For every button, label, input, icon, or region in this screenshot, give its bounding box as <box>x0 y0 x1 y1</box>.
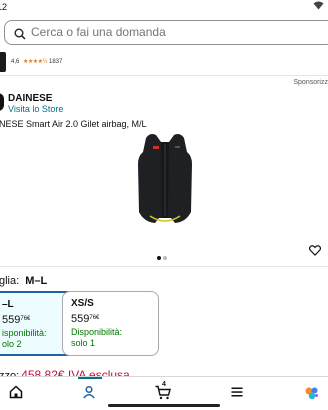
size-option-name: XS/S <box>71 298 94 309</box>
availability-stock: olo 2 <box>2 339 22 349</box>
star-rating-icon: ★★★★½ <box>23 59 48 65</box>
brand-logo[interactable] <box>0 93 4 111</box>
previous-product-rating[interactable]: 4,6 ★★★★½ 1837 <box>0 50 328 76</box>
size-option-name: –L <box>2 299 14 310</box>
availability-label: Disponibilità: <box>71 327 123 337</box>
sponsored-label[interactable]: Sponsorizz <box>293 79 328 86</box>
availability-stock: solo 1 <box>71 338 96 348</box>
brand-name: DAINESE <box>8 93 53 104</box>
size-option-xss[interactable]: XS/S 55976€ Disponibilità: solo 1 <box>62 291 159 356</box>
size-option-price: 55976€ <box>2 314 30 326</box>
menu-icon[interactable] <box>230 385 246 401</box>
profile-icon[interactable] <box>82 385 98 401</box>
cart-count-badge: 4 <box>162 381 166 388</box>
review-count: 1837 <box>49 59 63 65</box>
size-label-text: glia: <box>0 275 20 287</box>
availability-label: isponibilità: <box>2 328 47 338</box>
system-home-indicator[interactable] <box>108 404 220 407</box>
price-decimal: 76€ <box>89 315 100 321</box>
price-integer: 559 <box>71 313 90 325</box>
previous-product-thumbnail <box>0 52 6 72</box>
size-label: glia: M–L <box>0 275 47 287</box>
product-title[interactable]: NESE Smart Air 2.0 Gilet airbag, M/L <box>0 119 147 129</box>
size-option-availability: Disponibilità: solo 1 <box>71 327 122 349</box>
status-bar: 12 <box>0 0 328 14</box>
price-integer: 559 <box>2 314 21 326</box>
active-tab-indicator <box>78 377 102 379</box>
image-carousel-dots[interactable] <box>157 247 169 265</box>
search-icon <box>14 27 26 45</box>
visit-store-link[interactable]: Visita lo Store <box>8 104 63 114</box>
selected-size: M–L <box>25 275 48 287</box>
status-time: 12 <box>0 2 8 12</box>
carousel-dot-active[interactable] <box>157 256 161 260</box>
home-icon[interactable] <box>9 385 25 401</box>
product-image[interactable] <box>128 130 202 228</box>
size-option-availability: isponibilità: olo 2 <box>2 328 47 350</box>
rating-value: 4,6 <box>11 59 20 65</box>
section-divider <box>0 266 328 267</box>
price-decimal: 76€ <box>20 316 31 322</box>
wifi-icon <box>313 1 324 13</box>
size-option-price: 55976€ <box>71 313 99 325</box>
wishlist-heart-icon[interactable] <box>308 243 322 261</box>
search-bar[interactable] <box>4 20 328 45</box>
assistant-icon[interactable] <box>304 385 320 401</box>
carousel-dot[interactable] <box>163 256 167 260</box>
search-input[interactable] <box>31 25 311 39</box>
